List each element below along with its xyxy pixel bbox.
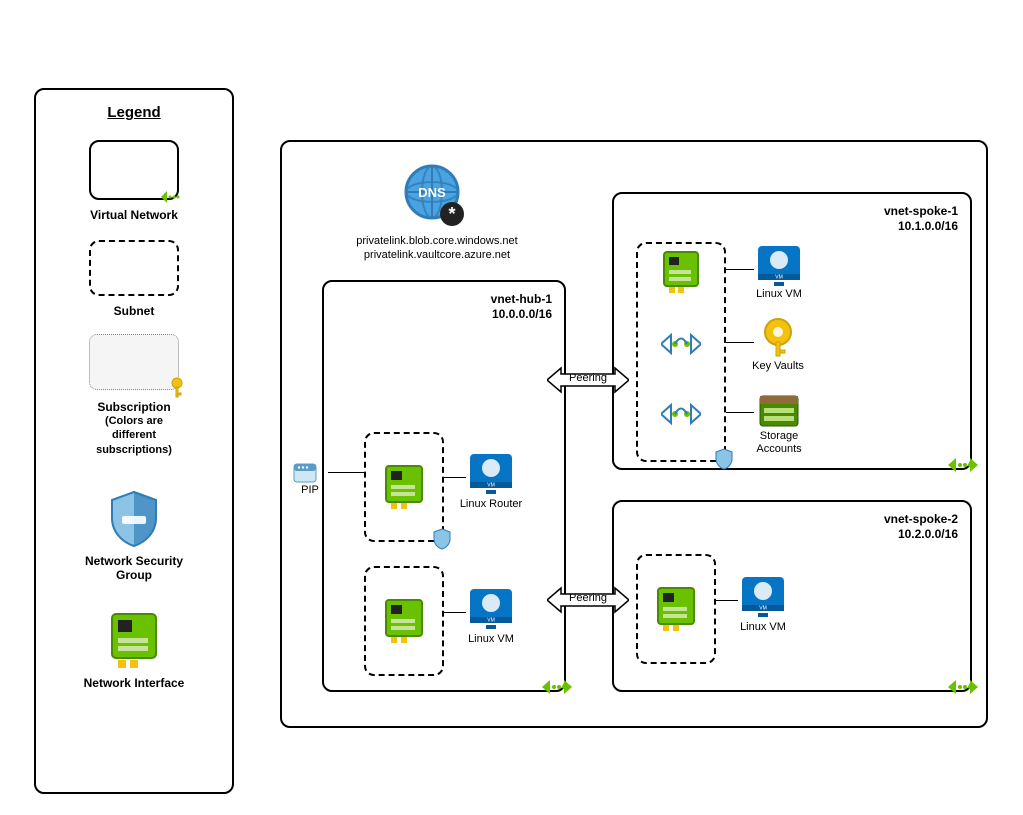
svg-text:VM: VM <box>487 483 495 489</box>
vnet-spoke2-cidr: 10.2.0.0/16 <box>884 527 958 542</box>
legend-subnet-label: Subnet <box>36 304 232 318</box>
nic-icon <box>661 249 701 295</box>
legend-subscription-note: (Colors are different subscriptions) <box>36 414 232 457</box>
spoke1-vm-label: Linux VM <box>744 288 814 300</box>
diagram-canvas: Legend Virtual Network Subnet Subscripti… <box>0 0 1023 815</box>
legend-nsg-label: Network Security Group <box>36 554 232 582</box>
pip-label: PIP <box>292 484 328 496</box>
nic-icon <box>383 597 425 645</box>
svg-text:VM: VM <box>487 618 495 624</box>
connection-line <box>328 472 364 473</box>
vnet-spoke2-name: vnet-spoke-2 <box>884 512 958 527</box>
vnet-spoke-1: vnet-spoke-1 10.1.0.0/16 <box>612 192 972 470</box>
legend-title: Legend <box>36 104 232 121</box>
vnet-icon <box>948 678 978 696</box>
vnet-icon <box>948 456 978 474</box>
nic-icon <box>383 463 425 511</box>
peering-label-2: Peering <box>547 592 629 604</box>
peering-arrow-2: Peering <box>547 582 629 618</box>
vnet-spoke-2: vnet-spoke-2 10.2.0.0/16 VM Linux VM <box>612 500 972 692</box>
legend-subscription-label: Subscription <box>36 400 232 414</box>
main-subscription-panel: DNS * privatelink.blob.core.windows.net … <box>280 140 988 728</box>
hub-router-label: Linux Router <box>451 498 531 510</box>
vm-icon: VM <box>468 587 514 631</box>
hub-vm-label: Linux VM <box>456 633 526 645</box>
nsg-icon <box>432 528 452 550</box>
spoke2-subnet <box>636 554 716 664</box>
legend-subscription-swatch <box>89 334 179 390</box>
vnet-icon <box>542 678 572 696</box>
vm-icon: VM <box>468 452 514 496</box>
spoke1-storage-label: Storage Accounts <box>744 430 814 455</box>
vnet-hub-name: vnet-hub-1 <box>491 292 552 307</box>
private-endpoint-icon <box>661 327 701 361</box>
nsg-icon <box>714 448 734 470</box>
legend-panel: Legend Virtual Network Subnet Subscripti… <box>34 88 234 794</box>
key-vault-icon <box>756 316 800 360</box>
nic-icon <box>108 610 160 670</box>
vnet-hub-1: vnet-hub-1 10.0.0.0/16 PIP <box>322 280 566 692</box>
svg-text:*: * <box>448 204 455 224</box>
nic-icon <box>655 585 697 633</box>
svg-text:VM: VM <box>759 606 767 612</box>
spoke2-vm-label: Linux VM <box>728 621 798 633</box>
private-endpoint-icon <box>661 397 701 431</box>
legend-nic-label: Network Interface <box>36 676 232 690</box>
vm-icon: VM <box>756 244 802 288</box>
dns-zone-2: privatelink.vaultcore.azure.net <box>322 248 552 262</box>
nsg-icon <box>108 490 160 548</box>
peering-label-1: Peering <box>547 372 629 384</box>
svg-text:DNS: DNS <box>418 185 446 200</box>
peering-arrow-1: Peering <box>547 362 629 398</box>
vm-icon: VM <box>740 575 786 619</box>
svg-text:VM: VM <box>775 275 783 281</box>
legend-vnet-swatch <box>89 140 179 200</box>
hub-subnet-vm <box>364 566 444 676</box>
dns-zone-1: privatelink.blob.core.windows.net <box>322 234 552 248</box>
legend-vnet-label: Virtual Network <box>36 208 232 222</box>
storage-account-icon <box>756 390 802 430</box>
vnet-spoke1-cidr: 10.1.0.0/16 <box>884 219 958 234</box>
pip-icon <box>292 462 318 484</box>
dns-icon: DNS * <box>402 164 466 228</box>
spoke1-subnet <box>636 242 726 462</box>
legend-subnet-swatch <box>89 240 179 296</box>
key-icon <box>168 377 186 399</box>
vnet-icon <box>161 190 183 204</box>
spoke1-kv-label: Key Vaults <box>743 360 813 372</box>
vnet-hub-cidr: 10.0.0.0/16 <box>491 307 552 322</box>
vnet-spoke1-name: vnet-spoke-1 <box>884 204 958 219</box>
hub-subnet-router <box>364 432 444 542</box>
